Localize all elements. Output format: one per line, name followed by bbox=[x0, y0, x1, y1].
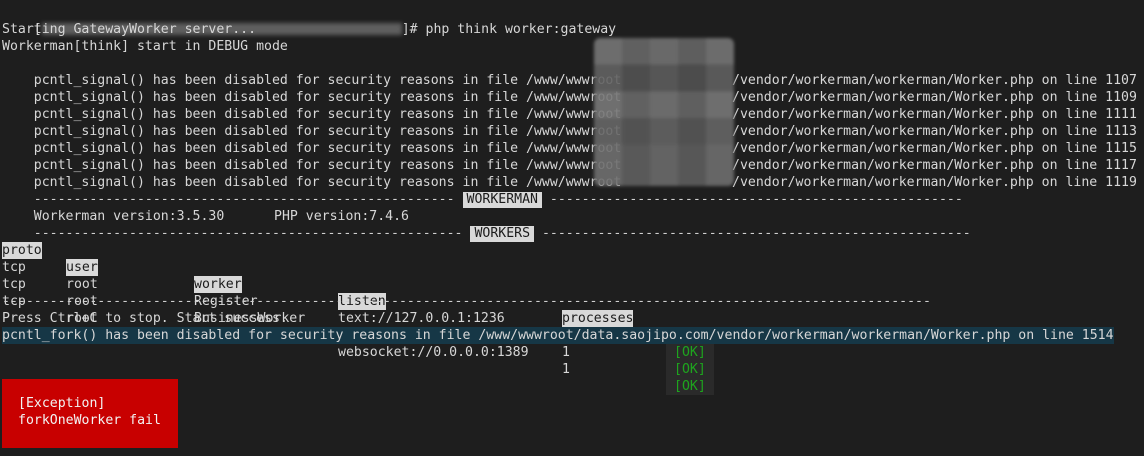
pcntl-signal-line: pcntl_signal() has been disabled for sec… bbox=[2, 55, 1137, 88]
command-text: php think worker:gateway bbox=[417, 22, 617, 37]
line-suffix: /vendor/workerman/workerman/Worker.php o… bbox=[732, 90, 1137, 105]
line-suffix: /vendor/workerman/workerman/Worker.php o… bbox=[732, 124, 1137, 139]
table-row: tcp root BusinessWorker none 1 [OK] bbox=[2, 259, 1102, 378]
exception-message: forkOneWorker fail bbox=[18, 413, 161, 428]
bottom-separator: ----------------------------------------… bbox=[2, 294, 931, 309]
line-suffix: /vendor/workerman/workerman/Worker.php o… bbox=[732, 158, 1137, 173]
workerman-label: WORKERMAN bbox=[462, 192, 542, 208]
workers-table-header: proto user worker listen processes statu… bbox=[2, 225, 1102, 344]
starting-line: Starting GatewayWorker server... bbox=[2, 22, 257, 37]
redacted-path-block bbox=[594, 38, 734, 186]
exception-box: [Exception] forkOneWorker fail bbox=[2, 379, 178, 448]
status-ok-badge: [OK] bbox=[666, 344, 714, 361]
cell-listen: text://127.0.0.1:1236 bbox=[338, 311, 505, 326]
press-ctrl-c-line: Press Ctrl+C to stop. Start success. bbox=[2, 311, 288, 326]
header-processes: processes bbox=[562, 310, 634, 327]
cell-listen: websocket://0.0.0.0:1389 bbox=[338, 345, 529, 360]
pcntl-signal-line: pcntl_signal() has been disabled for sec… bbox=[2, 140, 1137, 173]
terminal-window[interactable]: []# php think worker:gateway Starting Ga… bbox=[0, 0, 1144, 456]
table-row: tcp root Register text://127.0.0.1:1236 … bbox=[2, 242, 1102, 361]
pcntl-signal-line: pcntl_signal() has been disabled for sec… bbox=[2, 106, 1137, 139]
pcntl-fork-line: pcntl_fork() has been disabled for secur… bbox=[2, 327, 1114, 344]
dash-rule-right: ----------------------------------------… bbox=[541, 192, 963, 207]
line-suffix: /vendor/workerman/workerman/Worker.php o… bbox=[732, 73, 1137, 88]
table-row: tcp root thinkphp websocket://0.0.0.0:13… bbox=[2, 276, 1102, 395]
status-ok-badge: [OK] bbox=[666, 378, 714, 395]
pcntl-signal-line: pcntl_signal() has been disabled for sec… bbox=[2, 123, 1137, 156]
prompt-close: ]# bbox=[401, 22, 418, 37]
pcntl-signal-line: pcntl_signal() has been disabled for sec… bbox=[2, 72, 1137, 105]
exception-title: [Exception] bbox=[18, 396, 106, 411]
command-line: []# php think worker:gateway bbox=[2, 4, 616, 37]
status-ok-badge: [OK] bbox=[666, 361, 714, 378]
line-suffix: /vendor/workerman/workerman/Worker.php o… bbox=[732, 107, 1137, 122]
pcntl-signal-line: pcntl_signal() has been disabled for sec… bbox=[2, 89, 1137, 122]
workers-separator: ----------------------------------------… bbox=[2, 208, 971, 242]
version-line: Workerman version:3.5.30 PHP version:7.4.… bbox=[2, 191, 409, 224]
pcntl-signal-line: pcntl_signal() has been disabled for sec… bbox=[2, 157, 1137, 190]
line-suffix: /vendor/workerman/workerman/Worker.php o… bbox=[732, 141, 1137, 156]
cell-processes: 1 bbox=[562, 345, 570, 360]
workerman-separator: ----------------------------------------… bbox=[2, 174, 963, 208]
cell-processes: 1 bbox=[562, 362, 570, 377]
debug-line: Workerman[think] start in DEBUG mode bbox=[2, 39, 288, 54]
